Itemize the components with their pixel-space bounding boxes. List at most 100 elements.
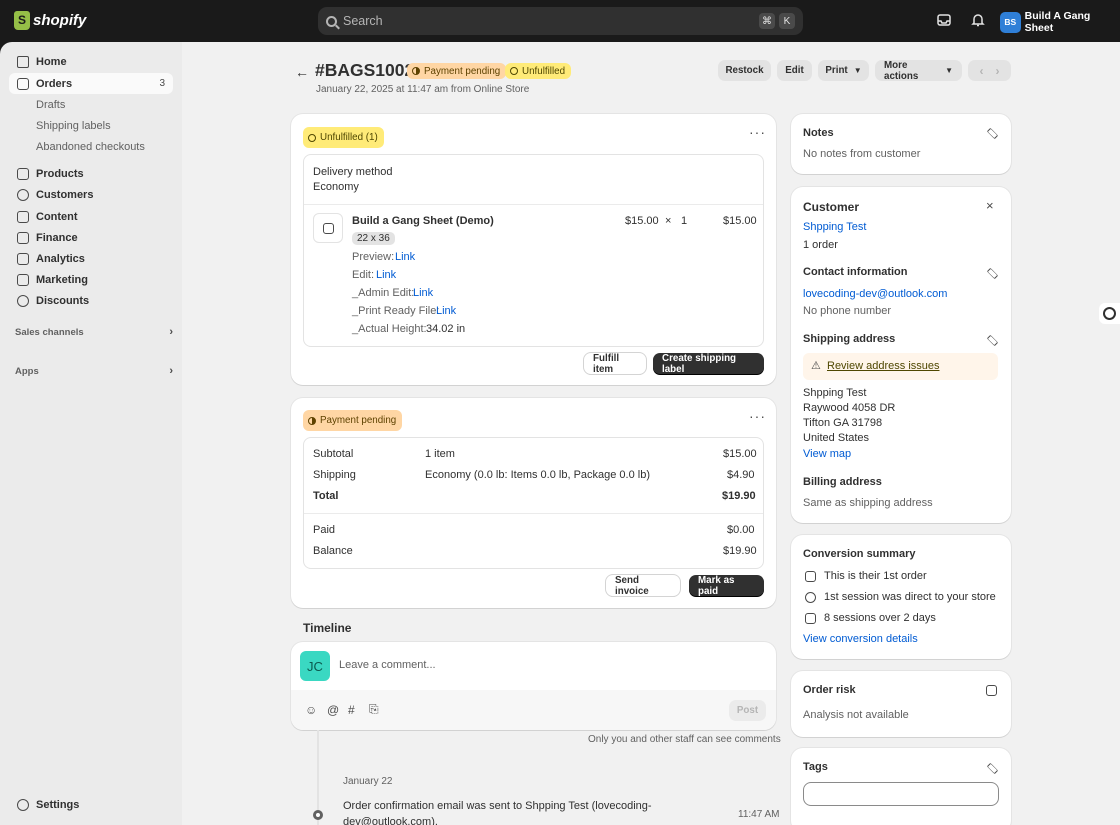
tags-input[interactable] bbox=[803, 782, 999, 806]
sidebar-item-customers[interactable]: Customers bbox=[9, 184, 173, 205]
send-invoice-button[interactable]: Send invoice bbox=[606, 575, 680, 597]
widget-ring-icon bbox=[1103, 307, 1116, 320]
more-horizontal-icon[interactable]: ··· bbox=[749, 124, 766, 140]
restock-button[interactable]: Restock bbox=[718, 60, 771, 81]
balance-value: $19.90 bbox=[723, 545, 757, 557]
pencil-icon[interactable] bbox=[986, 267, 999, 280]
contact-email-link[interactable]: lovecoding-dev@outlook.com bbox=[803, 288, 947, 300]
floating-widget[interactable] bbox=[1099, 303, 1120, 324]
store-menu[interactable]: BS Build A Gang Sheet bbox=[1000, 10, 1120, 34]
preview-link[interactable]: Link bbox=[395, 251, 415, 263]
notes-text: No notes from customer bbox=[803, 148, 921, 160]
pencil-icon[interactable] bbox=[986, 127, 999, 140]
view-conversion-details-link[interactable]: View conversion details bbox=[803, 633, 918, 645]
more-horizontal-icon[interactable]: ··· bbox=[749, 408, 766, 424]
timeline-title: Timeline bbox=[303, 621, 352, 635]
emoji-icon[interactable]: ☺ bbox=[305, 703, 317, 717]
orders-icon bbox=[17, 77, 29, 90]
address-line: Raywood 4058 DR bbox=[803, 402, 896, 414]
shipping-description: Economy (0.0 lb: Items 0.0 lb, Package 0… bbox=[425, 469, 651, 481]
inbox-icon[interactable] bbox=[936, 13, 952, 29]
back-arrow-icon[interactable]: ← bbox=[295, 64, 309, 80]
customer-name-link[interactable]: Shpping Test bbox=[803, 221, 866, 233]
partial-circle-icon bbox=[412, 67, 420, 75]
circle-icon bbox=[308, 133, 316, 142]
conversion-item: This is their 1st order bbox=[824, 570, 927, 582]
sidebar-item-content[interactable]: Content bbox=[9, 206, 173, 227]
mark-as-paid-button[interactable]: Mark as paid bbox=[689, 575, 764, 597]
review-address-issues-link[interactable]: Review address issues bbox=[827, 360, 940, 372]
sales-channels-section[interactable]: Sales channels › bbox=[15, 326, 173, 338]
create-shipping-label-button[interactable]: Create shipping label bbox=[653, 353, 764, 375]
pencil-icon[interactable] bbox=[986, 334, 999, 347]
sidebar-item-home[interactable]: Home bbox=[9, 51, 173, 72]
quantity: 1 bbox=[681, 215, 688, 227]
sidebar-item-discounts[interactable]: Discounts bbox=[9, 290, 173, 311]
view-map-link[interactable]: View map bbox=[803, 448, 851, 460]
order-risk-text: Analysis not available bbox=[803, 709, 909, 721]
sidebar-item-finance[interactable]: Finance bbox=[9, 227, 173, 248]
contact-phone: No phone number bbox=[803, 305, 892, 317]
partial-circle-icon bbox=[308, 416, 316, 425]
badge-label: Payment pending bbox=[424, 65, 501, 77]
session-icon bbox=[805, 592, 816, 603]
discounts-icon bbox=[17, 294, 29, 307]
sidebar-item-shipping-labels[interactable]: Shipping labels bbox=[9, 115, 173, 136]
page-title: #BAGS1002 bbox=[315, 60, 415, 80]
marketing-icon bbox=[17, 273, 29, 286]
attachment-icon[interactable]: ⎘ bbox=[369, 702, 379, 717]
mention-icon[interactable]: @ bbox=[327, 703, 339, 717]
circle-icon bbox=[510, 67, 518, 75]
sidebar-item-settings[interactable]: Settings bbox=[9, 794, 173, 815]
tags-title: Tags bbox=[803, 761, 828, 773]
apps-section[interactable]: Apps › bbox=[15, 365, 173, 377]
sidebar-item-label: Shipping labels bbox=[36, 119, 111, 132]
sales-channels-label: Sales channels bbox=[15, 326, 84, 338]
shipping-value: $4.90 bbox=[727, 469, 755, 481]
sidebar-item-orders[interactable]: Orders 3 bbox=[9, 73, 173, 94]
payment-status-badge: Payment pending bbox=[407, 63, 507, 79]
sidebar-item-products[interactable]: Products bbox=[9, 163, 173, 184]
comment-input[interactable]: Leave a comment... bbox=[339, 659, 436, 671]
sidebar-item-abandoned-checkouts[interactable]: Abandoned checkouts bbox=[9, 136, 173, 157]
shopify-logo[interactable]: shopify bbox=[14, 11, 86, 30]
search-bar[interactable]: Search ⌘ K bbox=[318, 7, 803, 35]
fulfill-item-button[interactable]: Fulfill item bbox=[584, 353, 646, 375]
risk-info-icon[interactable] bbox=[986, 685, 997, 696]
sidebar-item-label: Finance bbox=[36, 231, 78, 244]
comments-visibility-note: Only you and other staff can see comment… bbox=[588, 734, 781, 745]
print-label: Print bbox=[825, 65, 848, 76]
balance-label: Balance bbox=[313, 545, 353, 557]
hashtag-icon[interactable]: # bbox=[348, 703, 355, 717]
more-actions-button[interactable]: More actions ▼ bbox=[875, 60, 962, 82]
billing-address-title: Billing address bbox=[803, 476, 882, 488]
subtotal-description: 1 item bbox=[425, 448, 455, 460]
bell-icon[interactable] bbox=[970, 13, 986, 29]
customers-icon bbox=[17, 188, 29, 201]
close-icon[interactable]: × bbox=[986, 198, 994, 213]
paid-label: Paid bbox=[313, 524, 336, 536]
admin-edit-link[interactable]: Link bbox=[413, 287, 433, 299]
sidebar-item-drafts[interactable]: Drafts bbox=[9, 94, 173, 115]
edit-button[interactable]: Edit bbox=[777, 60, 812, 81]
pencil-icon[interactable] bbox=[986, 762, 999, 775]
previous-order-icon[interactable]: ‹ bbox=[980, 64, 984, 78]
badge-label: Unfulfilled bbox=[522, 65, 566, 77]
subtotal-label: Subtotal bbox=[313, 448, 354, 460]
shopify-bag-icon bbox=[14, 11, 30, 30]
product-title[interactable]: Build a Gang Sheet (Demo) bbox=[352, 215, 494, 227]
sidebar-item-marketing[interactable]: Marketing bbox=[9, 269, 173, 290]
address-line: United States bbox=[803, 432, 870, 444]
pagination: ‹ › bbox=[968, 60, 1011, 81]
post-button[interactable]: Post bbox=[729, 700, 766, 721]
sidebar-item-analytics[interactable]: Analytics bbox=[9, 248, 173, 269]
orders-count: 3 bbox=[159, 78, 165, 89]
edit-link[interactable]: Link bbox=[376, 269, 396, 281]
store-name: Build A Gang Sheet bbox=[1024, 10, 1091, 34]
total-value: $19.90 bbox=[722, 490, 756, 502]
search-placeholder: Search bbox=[343, 14, 383, 28]
print-ready-file-link[interactable]: Link bbox=[436, 305, 456, 317]
conversion-item: 8 sessions over 2 days bbox=[824, 612, 936, 624]
print-button[interactable]: Print ▼ bbox=[818, 60, 869, 81]
next-order-icon[interactable]: › bbox=[996, 64, 1000, 78]
